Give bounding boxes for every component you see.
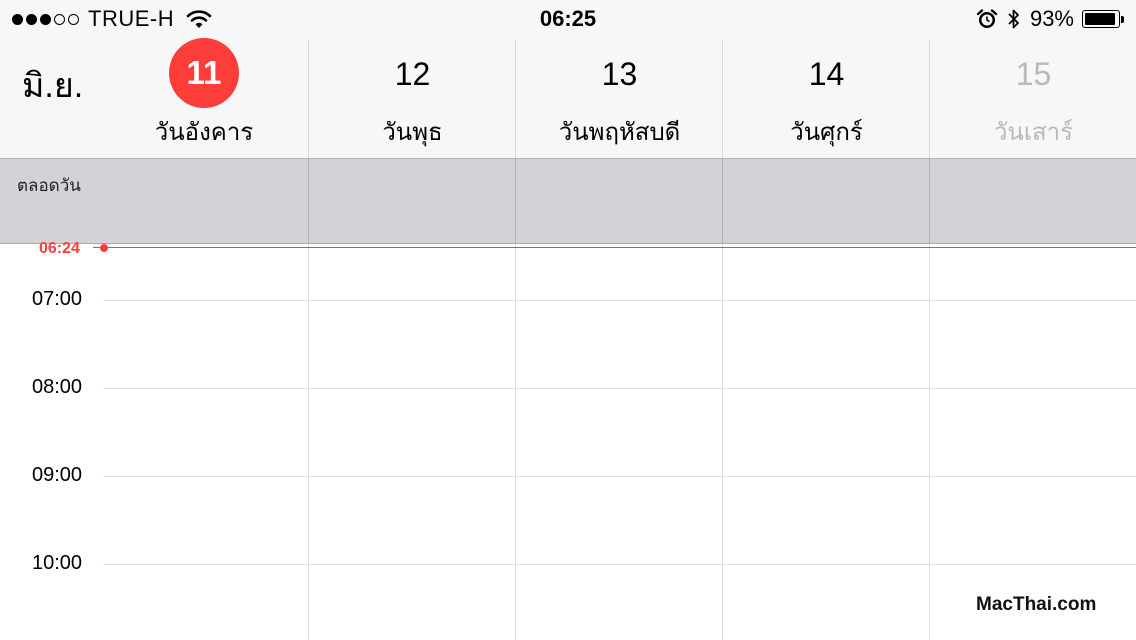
time-grid[interactable]: 06:24 07:00 08:00 09:00 10:00: [0, 240, 1136, 640]
signal-dot-empty: [68, 13, 79, 25]
bluetooth-icon: [1008, 9, 1019, 29]
wifi-icon: [186, 10, 212, 28]
day-number: 13: [601, 56, 638, 92]
day-number: 15: [1015, 56, 1052, 92]
day-number: 14: [808, 56, 845, 92]
hour-line: [103, 476, 1136, 477]
current-time-line: [93, 247, 1136, 248]
hour-label: 08:00: [32, 376, 83, 398]
day-name: วันอังคาร: [154, 119, 254, 146]
hour-label: 09:00: [32, 464, 83, 486]
day-column-header-14[interactable]: 14 วันศุกร์: [722, 40, 930, 158]
day-column-header-13[interactable]: 13 วันพฤหัสบดี: [515, 40, 723, 158]
all-day-row[interactable]: ตลอดวัน: [0, 159, 1136, 244]
status-right-group: 93%: [976, 6, 1126, 32]
status-bar: TRUE-H 06:25 93%: [0, 0, 1136, 40]
watermark-text: MacThai.com: [976, 594, 1097, 615]
signal-carrier-group: TRUE-H: [12, 6, 212, 32]
current-time-label: 06:24: [39, 240, 80, 257]
day-name: วันศุกร์: [790, 119, 863, 146]
day-column-header-15[interactable]: 15 วันเสาร์: [929, 40, 1136, 158]
day-name: วันพฤหัสบดี: [558, 119, 681, 146]
battery-percent: 93%: [1029, 6, 1074, 31]
day-divider: [308, 244, 309, 640]
day-name: วันพุธ: [382, 119, 443, 146]
all-day-label: ตลอดวัน: [17, 176, 81, 195]
week-day-header: มิ.ย. 11 วันอังคาร 12 วันพุธ 13 วันพฤหัส…: [0, 38, 1136, 159]
day-divider: [515, 244, 516, 640]
carrier-name: TRUE-H: [88, 6, 175, 31]
hour-label: 07:00: [32, 288, 83, 310]
signal-dot-filled: [26, 13, 37, 25]
all-day-divider: [929, 159, 930, 243]
battery-level-fill: [1085, 13, 1115, 25]
day-number: 12: [394, 56, 431, 92]
signal-dot-filled: [12, 13, 23, 25]
current-time-dot: [100, 244, 108, 252]
all-day-divider: [722, 159, 723, 243]
day-divider: [929, 244, 930, 640]
signal-dot-empty: [54, 13, 65, 25]
today-date-badge: 11: [169, 38, 239, 108]
signal-dot-filled: [40, 13, 51, 25]
day-column-header-12[interactable]: 12 วันพุธ: [308, 40, 516, 158]
hour-line: [103, 564, 1136, 565]
battery-icon: [1082, 9, 1126, 29]
all-day-divider: [308, 159, 309, 243]
day-divider: [722, 244, 723, 640]
hour-line: [103, 300, 1136, 301]
hour-line: [103, 388, 1136, 389]
day-name: วันเสาร์: [993, 119, 1074, 146]
all-day-divider: [515, 159, 516, 243]
alarm-icon: [976, 9, 998, 28]
hour-label: 10:00: [32, 552, 83, 574]
month-label[interactable]: มิ.ย.: [22, 58, 83, 112]
day-column-header-11[interactable]: 11 วันอังคาร: [100, 38, 308, 158]
